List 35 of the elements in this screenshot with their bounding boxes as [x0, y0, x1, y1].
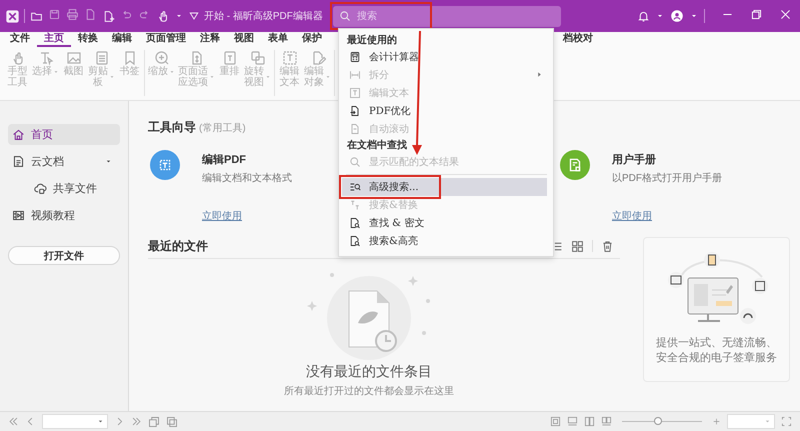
section-title: 工具向导: [148, 119, 196, 136]
search-field[interactable]: 搜索: [332, 6, 561, 26]
sidebar-item[interactable]: 首页: [8, 124, 120, 145]
menu-item[interactable]: 会计计算器: [342, 48, 547, 66]
menu-item[interactable]: 高级搜索...: [342, 178, 547, 196]
menu-tab[interactable]: 页面管理: [139, 32, 193, 47]
menu-tab[interactable]: 注释: [193, 32, 227, 47]
card-description: 以PDF格式打开用户手册: [612, 172, 722, 185]
open-file-button[interactable]: 打开文件: [8, 246, 120, 265]
section-title: 在文档中查找: [346, 138, 408, 153]
use-now-link[interactable]: 立即使用: [612, 209, 652, 223]
section-subtitle: (常用工具): [199, 122, 246, 135]
card-description: 编辑文档和文本格式: [202, 172, 292, 185]
menu-tab[interactable]: 视图: [227, 32, 261, 47]
card-title: 编辑PDF: [202, 152, 246, 167]
menu-item[interactable]: PDF优化: [342, 102, 547, 120]
menu-item[interactable]: 搜索&高亮: [342, 232, 547, 250]
sidebar-item[interactable]: 云文档: [8, 151, 120, 172]
menu-tab[interactable]: 转换: [71, 32, 105, 47]
menu-tab[interactable]: 保护: [295, 32, 329, 47]
promo-text: 提供一站式、无缝流畅、安全合规的电子签章服务: [656, 336, 777, 366]
empty-state-text: 所有最近打开过的文件都会显示在这里: [284, 384, 454, 398]
sidebar-item[interactable]: 共享文件: [8, 178, 120, 199]
menu-item[interactable]: 查找 & 密文: [342, 214, 547, 232]
window-title: 开始 - 福昕高级PDF编辑器: [204, 10, 323, 23]
menu-tab[interactable]: 文件: [3, 32, 37, 47]
menu-tab[interactable]: 表单: [261, 32, 295, 47]
section-title: 最近使用的: [346, 34, 398, 48]
section-title: 最近的文件: [148, 238, 208, 254]
empty-state-title: 没有最近的文件条目: [306, 363, 432, 381]
menu-tab[interactable]: 编辑: [105, 32, 139, 47]
card-title: 用户手册: [612, 152, 656, 167]
use-now-link[interactable]: 立即使用: [202, 209, 242, 223]
sidebar-item[interactable]: 视频教程: [8, 205, 120, 226]
menu-tab[interactable]: 档校对: [556, 32, 600, 47]
